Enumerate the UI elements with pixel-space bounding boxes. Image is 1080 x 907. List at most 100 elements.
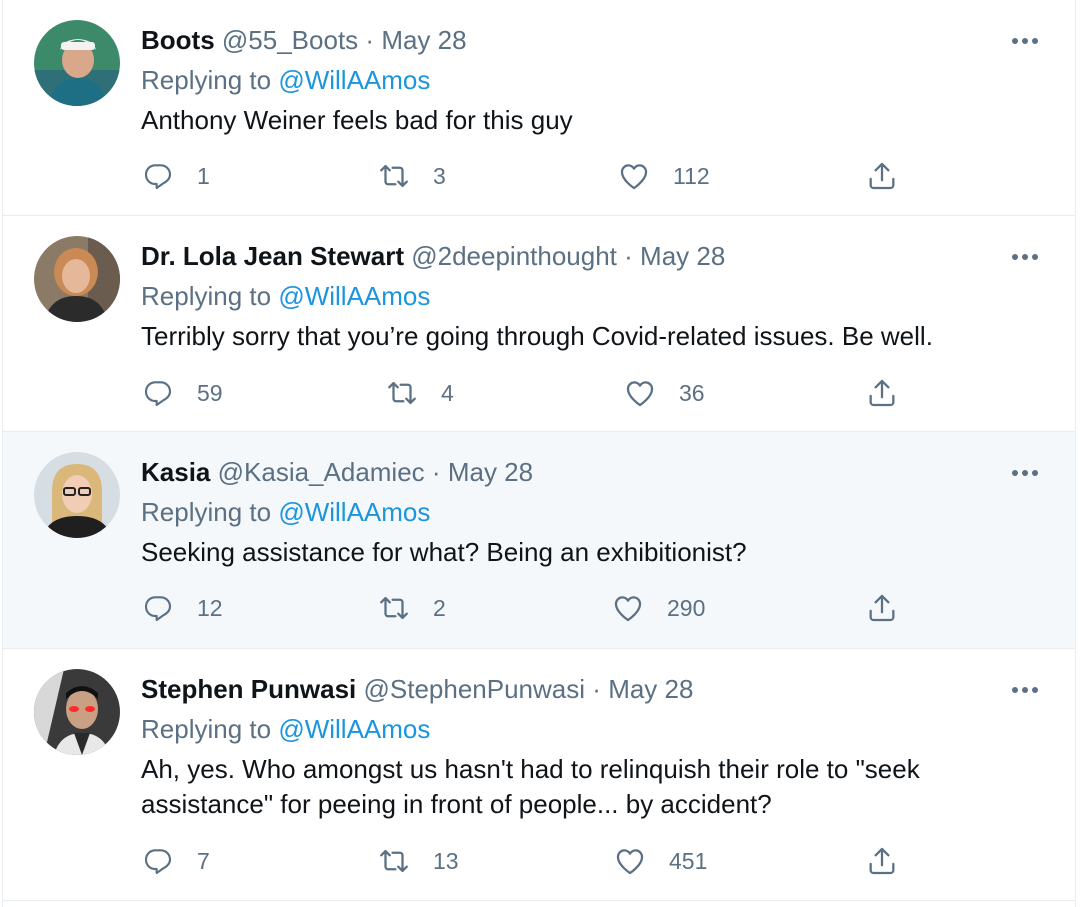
action-bar: 1 3 112 [141, 156, 921, 196]
like-count: 112 [673, 162, 710, 189]
retweet-icon [377, 844, 411, 878]
avatar[interactable] [34, 236, 120, 322]
share-button[interactable] [865, 588, 899, 628]
like-count: 451 [669, 847, 708, 874]
tweet-header: Kasia @Kasia_Adamiec · May 28 [141, 456, 533, 488]
tweet-header: Stephen Punwasi @StephenPunwasi · May 28 [141, 673, 693, 705]
heart-icon [623, 376, 657, 410]
retweet-icon [385, 376, 419, 410]
more-options-button[interactable] [1005, 675, 1045, 705]
tweet-card[interactable]: Dr. Lola Jean Stewart @2deepinthought · … [3, 216, 1075, 432]
mention-link[interactable]: @WillAAmos [278, 65, 430, 95]
retweet-count: 3 [433, 162, 446, 189]
replying-to-line: Replying to @WillAAmos [141, 713, 430, 745]
reply-button[interactable]: 59 [141, 373, 223, 413]
more-icon [1012, 470, 1038, 476]
share-icon [865, 376, 899, 410]
separator-dot: · [592, 674, 601, 704]
reply-button[interactable]: 12 [141, 588, 223, 628]
replying-to-line: Replying to @WillAAmos [141, 496, 430, 528]
mention-link[interactable]: @WillAAmos [278, 497, 430, 527]
reply-feed: Boots @55_Boots · May 28 Replying to @Wi… [2, 0, 1076, 907]
tweet-text: Seeking assistance for what? Being an ex… [141, 537, 747, 567]
tweet-text: Anthony Weiner feels bad for this guy [141, 105, 573, 135]
reply-button[interactable]: 7 [141, 841, 210, 881]
reply-button[interactable]: 1 [141, 156, 210, 196]
like-button[interactable]: 451 [613, 841, 707, 881]
separator-dot: · [365, 25, 375, 55]
tweet-text: Terribly sorry that you’re going through… [141, 321, 933, 351]
like-button[interactable]: 112 [617, 156, 710, 196]
mention-link[interactable]: @WillAAmos [278, 714, 430, 744]
share-icon [865, 159, 899, 193]
retweet-icon [377, 159, 411, 193]
separator-dot: · [431, 457, 441, 487]
retweet-count: 2 [433, 594, 446, 621]
separator-dot: · [624, 241, 633, 271]
action-bar: 12 2 290 [141, 588, 921, 628]
avatar[interactable] [34, 20, 120, 106]
heart-icon [613, 844, 647, 878]
reply-count: 12 [197, 594, 223, 621]
tweet-card[interactable]: Stephen Punwasi @StephenPunwasi · May 28… [3, 649, 1075, 901]
more-options-button[interactable] [1005, 26, 1045, 56]
like-button[interactable]: 290 [611, 588, 705, 628]
like-button[interactable]: 36 [623, 373, 705, 413]
avatar[interactable] [34, 669, 120, 755]
action-bar: 59 4 36 [141, 373, 921, 413]
author-handle[interactable]: @2deepinthought [411, 241, 617, 271]
tweet-card[interactable]: Boots @55_Boots · May 28 Replying to @Wi… [3, 0, 1075, 216]
replying-to-label: Replying to [141, 281, 279, 311]
tweet-date[interactable]: May 28 [608, 674, 693, 704]
mention-link[interactable]: @WillAAmos [278, 281, 430, 311]
like-count: 290 [667, 594, 706, 621]
replying-to-line: Replying to @WillAAmos [141, 64, 430, 96]
share-button[interactable] [865, 373, 899, 413]
share-button[interactable] [865, 156, 899, 196]
author-handle[interactable]: @Kasia_Adamiec [218, 457, 425, 487]
author-name[interactable]: Boots [141, 25, 215, 55]
retweet-button[interactable]: 2 [377, 588, 446, 628]
more-icon [1012, 687, 1038, 693]
tweet-date[interactable]: May 28 [640, 241, 725, 271]
reply-count: 59 [197, 379, 223, 406]
like-count: 36 [679, 379, 705, 406]
retweet-count: 4 [441, 379, 454, 406]
replying-to-line: Replying to @WillAAmos [141, 280, 430, 312]
replying-to-label: Replying to [141, 497, 279, 527]
action-bar: 7 13 451 [141, 841, 921, 881]
author-name[interactable]: Dr. Lola Jean Stewart [141, 241, 404, 271]
heart-icon [611, 591, 645, 625]
avatar[interactable] [34, 452, 120, 538]
share-button[interactable] [865, 841, 899, 881]
reply-count: 7 [197, 847, 210, 874]
tweet-date[interactable]: May 28 [448, 457, 533, 487]
more-options-button[interactable] [1005, 242, 1045, 272]
more-options-button[interactable] [1005, 458, 1045, 488]
reply-icon [141, 844, 175, 878]
tweet-date[interactable]: May 28 [381, 25, 466, 55]
share-icon [865, 591, 899, 625]
author-name[interactable]: Stephen Punwasi [141, 674, 356, 704]
replying-to-label: Replying to [141, 65, 279, 95]
more-icon [1012, 38, 1038, 44]
author-handle[interactable]: @StephenPunwasi [364, 674, 586, 704]
author-name[interactable]: Kasia [141, 457, 210, 487]
reply-icon [141, 159, 175, 193]
heart-icon [617, 159, 651, 193]
tweet-text: Ah, yes. Who amongst us hasn't had to re… [141, 754, 920, 819]
reply-count: 1 [197, 162, 210, 189]
reply-icon [141, 376, 175, 410]
tweet-header: Boots @55_Boots · May 28 [141, 24, 467, 56]
more-icon [1012, 254, 1038, 260]
retweet-count: 13 [433, 847, 459, 874]
retweet-button[interactable]: 3 [377, 156, 446, 196]
author-handle[interactable]: @55_Boots [222, 25, 358, 55]
retweet-icon [377, 591, 411, 625]
reply-icon [141, 591, 175, 625]
tweet-header: Dr. Lola Jean Stewart @2deepinthought · … [141, 240, 725, 272]
retweet-button[interactable]: 4 [385, 373, 454, 413]
tweet-card[interactable]: Kasia @Kasia_Adamiec · May 28 Replying t… [3, 432, 1075, 649]
retweet-button[interactable]: 13 [377, 841, 459, 881]
replying-to-label: Replying to [141, 714, 279, 744]
